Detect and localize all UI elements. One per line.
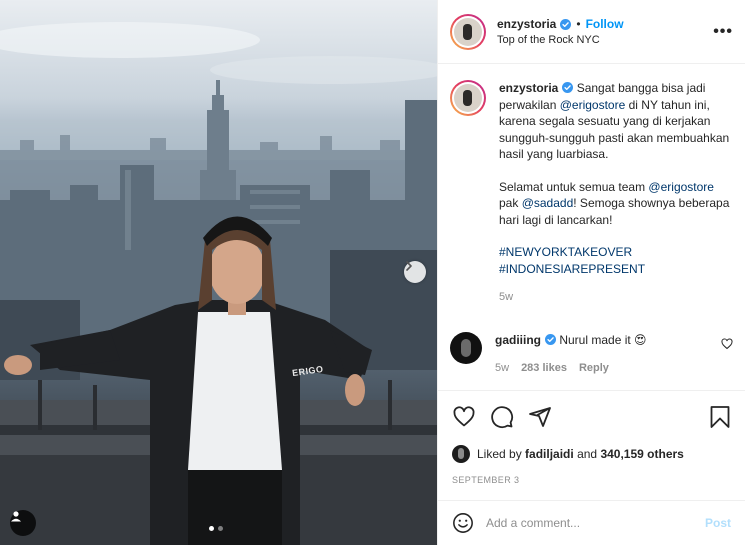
carousel-dot-2	[218, 526, 223, 531]
emoji-icon[interactable]	[452, 512, 474, 534]
carousel-indicators	[209, 526, 223, 531]
commenter-username[interactable]: gadiiing	[495, 333, 541, 347]
post-actions: Liked by fadiljaidi and 340,159 others S…	[438, 390, 745, 485]
comments-section: enzystoria Sangat bangga bisa jadi perwa…	[438, 64, 745, 386]
instagram-post-modal: ERIGO enzystoria • Follow Top of the Roc…	[0, 0, 745, 545]
post-details-panel: enzystoria • Follow Top of the Rock NYC …	[437, 0, 745, 545]
commenter-avatar[interactable]	[450, 331, 482, 364]
liked-by-prefix: Liked by	[477, 447, 522, 461]
header-separator: •	[576, 17, 581, 31]
user-tag-icon	[11, 511, 21, 522]
comment-item: gadiiing Nurul made it 😍 5w 283 likes Re…	[450, 331, 733, 377]
mention-link[interactable]: @erigostore	[560, 98, 626, 112]
hashtag-link[interactable]: #INDONESIAREPRESENT	[499, 261, 733, 278]
hashtag-link[interactable]: #NEWYORKTAKEOVER	[499, 244, 733, 261]
heart-icon[interactable]	[452, 405, 476, 429]
follow-button[interactable]: Follow	[586, 17, 624, 31]
verified-badge-icon	[560, 18, 572, 30]
caption-avatar[interactable]	[450, 80, 486, 116]
verified-badge-icon	[545, 333, 556, 345]
post-location[interactable]: Top of the Rock NYC	[497, 34, 713, 46]
more-options-icon[interactable]: •••	[713, 23, 733, 41]
caption-username[interactable]: enzystoria	[499, 81, 558, 95]
liked-by-and: and	[577, 447, 598, 461]
likes-summary: Liked by fadiljaidi and 340,159 others	[452, 445, 731, 463]
mention-link[interactable]: @erigostore	[648, 180, 714, 194]
post-photo[interactable]: ERIGO	[0, 0, 437, 545]
post-date[interactable]: SEPTEMBER 3	[452, 475, 731, 485]
comment-text: Nurul made it 😍	[559, 332, 647, 347]
comment-input[interactable]	[486, 516, 705, 530]
caption-text-3: Selamat untuk semua team	[499, 179, 646, 194]
post-comment-button[interactable]: Post	[705, 516, 731, 530]
comment-age: 5w	[495, 362, 510, 374]
liker-username[interactable]: fadiljaidi	[525, 447, 574, 461]
carousel-dot-1	[209, 526, 214, 531]
author-username[interactable]: enzystoria	[497, 17, 556, 31]
likes-others-link[interactable]: 340,159 others	[600, 447, 683, 461]
author-avatar[interactable]	[450, 13, 486, 50]
next-photo-button[interactable]	[404, 261, 426, 283]
user-tag-button[interactable]	[10, 510, 36, 536]
liker-avatar[interactable]	[452, 445, 470, 463]
mention-link[interactable]: @sadadd	[522, 196, 574, 210]
like-comment-heart-icon[interactable]	[721, 337, 733, 350]
bookmark-icon[interactable]	[709, 405, 731, 429]
comment-likes[interactable]: 283 likes	[521, 360, 567, 377]
post-header: enzystoria • Follow Top of the Rock NYC …	[438, 0, 745, 64]
caption-text-4: pak	[499, 196, 519, 210]
chevron-right-icon	[406, 261, 412, 271]
comment-icon[interactable]	[490, 405, 514, 429]
caption: enzystoria Sangat bangga bisa jadi perwa…	[450, 80, 733, 306]
photo-scene	[0, 22, 437, 545]
add-comment-bar: Post	[438, 500, 745, 545]
reply-button[interactable]: Reply	[579, 360, 609, 377]
share-icon[interactable]	[528, 405, 552, 429]
caption-age: 5w	[499, 291, 514, 303]
verified-badge-icon	[562, 82, 574, 93]
